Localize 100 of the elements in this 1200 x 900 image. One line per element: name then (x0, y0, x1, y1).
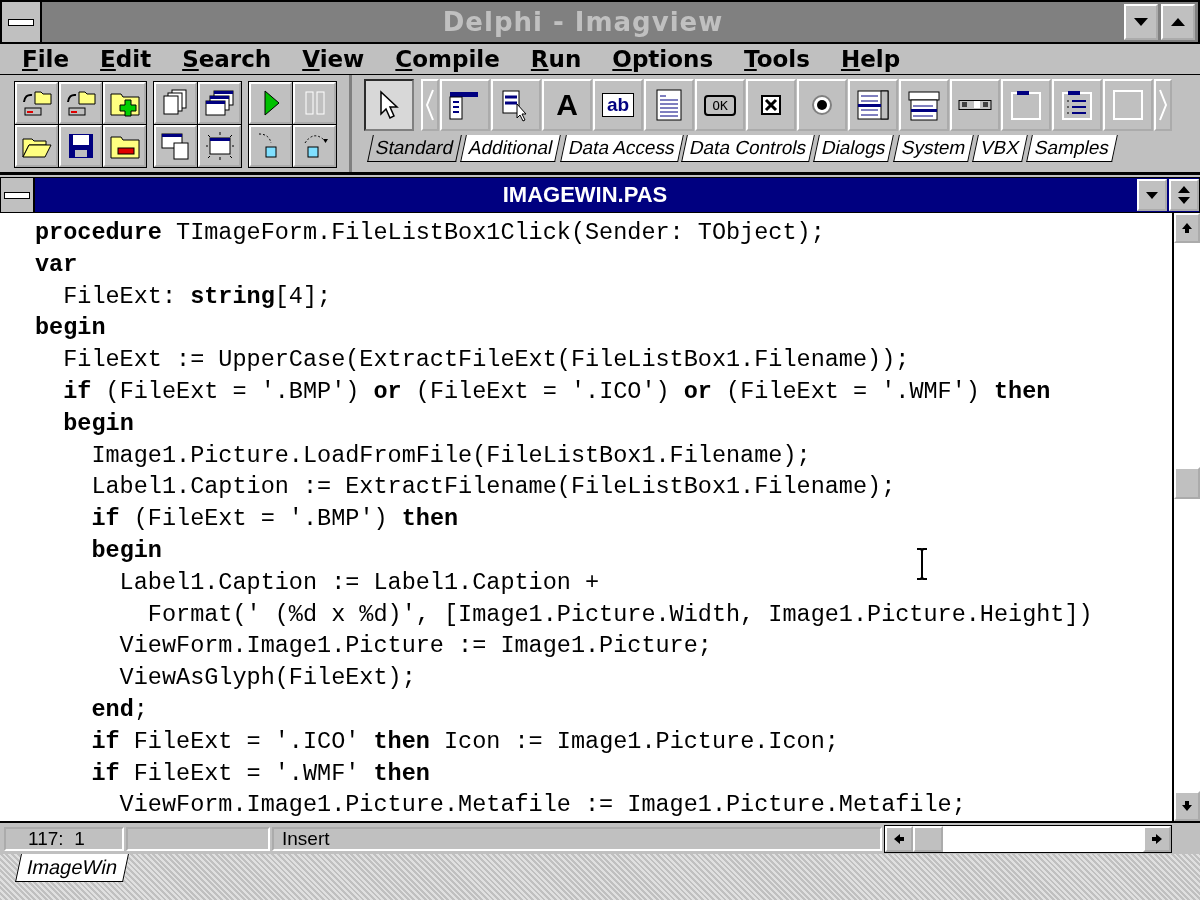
palette-button[interactable] (848, 79, 898, 131)
system-menu-button[interactable] (1, 178, 35, 212)
toolbar-button[interactable] (59, 125, 102, 167)
palette-button[interactable]: ab (593, 79, 643, 131)
palette-button[interactable] (797, 79, 847, 131)
palette-button[interactable] (746, 79, 796, 131)
code-line: ViewAsGlyph(FileExt); (118, 663, 416, 694)
file-tab[interactable]: ImageWin (15, 854, 129, 882)
code-line: Label1.Caption := Label1.Caption + (118, 567, 600, 598)
code-line: Format(' (%d x %d)', [Image1.Picture.Width, Image1.Picture.Height]) (146, 599, 1093, 630)
groupbox-icon (1009, 88, 1043, 122)
menu-item[interactable]: Run (530, 46, 582, 72)
left-chevron-icon (425, 88, 435, 122)
palette-tab[interactable]: Standard (367, 135, 462, 162)
horizontal-scrollbar[interactable] (884, 824, 1172, 853)
code-line: begin (35, 313, 106, 344)
up-triangle-icon (1171, 18, 1185, 26)
menu-item[interactable]: Search (182, 46, 272, 72)
down-arrow-icon (1181, 800, 1193, 812)
code-line: if FileExt = '.ICO' then Icon := Image1.Picture.Icon; (90, 726, 839, 757)
menu-item[interactable]: Help (840, 46, 901, 72)
text-cursor-icon (916, 548, 928, 580)
code-line: FileExt := UpperCase(ExtractFileExt(FileListBox1.Filename)); (62, 345, 910, 376)
scrollbar-icon (958, 99, 992, 111)
palette-button[interactable]: OK (695, 79, 745, 131)
right-chevron-icon (1158, 88, 1168, 122)
down-triangle-icon (1134, 18, 1148, 26)
code-line: begin (62, 408, 134, 439)
toolbar-button[interactable] (198, 82, 241, 124)
palette-button[interactable] (491, 79, 541, 131)
radiogroup-icon (1060, 88, 1094, 122)
listbox-icon (856, 88, 890, 122)
code-line: var (35, 249, 78, 280)
panel-icon (1111, 88, 1145, 122)
scroll-down-button[interactable] (1174, 791, 1200, 821)
toolbar-button[interactable] (103, 125, 146, 167)
restore-button[interactable] (1169, 179, 1199, 211)
code-line: ViewForm.Image1.Picture := Image1.Picture; (118, 631, 712, 662)
menu-item[interactable]: Options (612, 46, 714, 72)
scroll-thumb[interactable] (1174, 467, 1200, 499)
palette-button[interactable] (1052, 79, 1102, 131)
scroll-up-button[interactable] (1174, 213, 1200, 243)
menu-item[interactable]: Edit (100, 46, 152, 72)
toolbar-button[interactable] (103, 82, 146, 124)
menu-item[interactable]: View (302, 46, 365, 72)
menu-item[interactable]: File (22, 46, 70, 72)
toolbar-button[interactable] (198, 125, 241, 167)
toolbar-button[interactable] (154, 82, 197, 124)
combobox-icon (907, 88, 941, 122)
palette-tab[interactable]: VBX (972, 135, 1028, 162)
palette-tab[interactable]: Additional (460, 135, 562, 162)
scroll-right-button[interactable] (1143, 825, 1171, 852)
code-line: Label1.Caption := ExtractFilename(FileListBox1.Filename); (90, 472, 896, 503)
window-frame-icon (203, 131, 236, 161)
windows-icon (203, 88, 236, 118)
toolbar-button[interactable] (293, 125, 336, 167)
toolbar-button[interactable] (59, 82, 102, 124)
maximize-button[interactable] (1161, 4, 1195, 40)
window-title: Delphi - Imagview (441, 7, 725, 37)
folder-arrow-icon (64, 88, 97, 118)
window-page-icon (159, 131, 192, 161)
pointer-button[interactable] (364, 79, 414, 131)
editor-title: IMAGEWIN.PAS (501, 182, 669, 208)
palette-button[interactable]: A (542, 79, 592, 131)
palette-button[interactable] (440, 79, 490, 131)
scroll-thumb[interactable] (913, 825, 943, 852)
code-line: begin (90, 535, 162, 566)
palette-tab[interactable]: Data Access (559, 135, 684, 162)
menu-item[interactable]: Tools (744, 46, 810, 72)
up-down-triangle-icon (1178, 186, 1190, 204)
code-line: FileExt: string[4]; (62, 281, 332, 312)
toolbar-button[interactable] (15, 125, 58, 167)
palette-tab[interactable]: Data Controls (681, 135, 816, 162)
code-line: if FileExt = '.WMF' then (90, 758, 430, 789)
palette-button[interactable] (950, 79, 1000, 131)
toolbar-button[interactable] (249, 125, 292, 167)
toolbar-button[interactable] (249, 82, 292, 124)
letter-glyph: A (556, 88, 578, 122)
edit-glyph: ab (601, 93, 635, 117)
palette-tab[interactable]: System (892, 135, 974, 162)
code-line: ViewForm.Image1.Picture.Metafile := Image1.Picture.Metafile; (118, 790, 966, 821)
left-arrow-icon (893, 832, 905, 845)
scroll-left-button[interactable] (885, 825, 913, 852)
toolbar-button[interactable] (154, 125, 197, 167)
insert-mode: Insert (272, 826, 882, 851)
code-line: if (FileExt = '.BMP') then (90, 504, 459, 535)
palette-button[interactable] (644, 79, 694, 131)
button-glyph: OK (704, 94, 736, 116)
toolbar-button[interactable] (15, 82, 58, 124)
minimize-button[interactable] (1124, 4, 1158, 40)
folder-arrow-icon (20, 88, 53, 118)
menu-item[interactable]: Compile (395, 46, 500, 72)
pointer-arrow-icon (378, 90, 400, 120)
minimize-button[interactable] (1137, 179, 1167, 211)
system-menu-button[interactable] (2, 2, 42, 42)
code-line: if (FileExt = '.BMP') or (FileExt = '.ICO') or (FileExt = '.WMF') then (62, 377, 1051, 407)
palette-tab[interactable]: Dialogs (813, 135, 895, 162)
palette-tab[interactable]: Samples (1026, 135, 1118, 162)
palette-button[interactable] (899, 79, 949, 131)
down-triangle-icon (1146, 191, 1158, 199)
